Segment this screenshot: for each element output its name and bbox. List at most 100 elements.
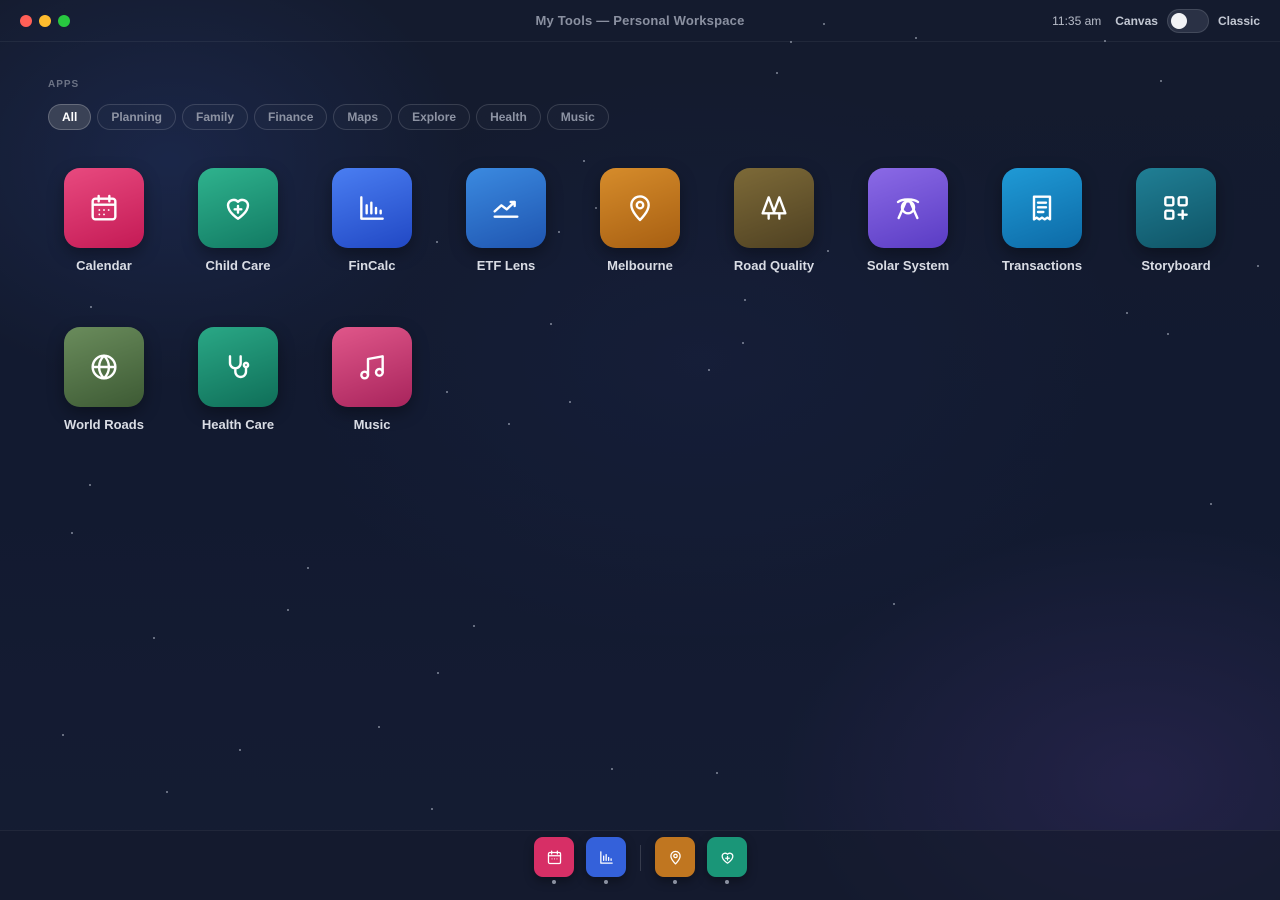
filter-chip-planning[interactable]: Planning xyxy=(97,104,177,130)
filter-chip-family[interactable]: Family xyxy=(182,104,249,130)
app-fincalc[interactable]: FinCalc xyxy=(316,168,428,288)
app-icon-tile xyxy=(64,168,144,248)
filter-chip-explore[interactable]: Explore xyxy=(398,104,471,130)
star xyxy=(776,72,778,74)
app-label: FinCalc xyxy=(348,258,396,273)
dock-icon-tile xyxy=(655,837,695,877)
bar-chart-icon xyxy=(360,196,384,220)
dock-icon-tile xyxy=(586,837,626,877)
app-label: ETF Lens xyxy=(476,258,536,273)
app-label: Child Care xyxy=(205,258,271,273)
app-solar-system[interactable]: Solar System xyxy=(852,168,964,288)
filter-chip-finance[interactable]: Finance xyxy=(254,104,328,130)
orbit-icon xyxy=(896,198,920,220)
app-label: Melbourne xyxy=(607,258,673,273)
app-icon-tile xyxy=(198,168,278,248)
star xyxy=(287,609,289,611)
app-health-care[interactable]: Health Care xyxy=(182,327,294,447)
app-label: Solar System xyxy=(866,258,950,273)
app-label: Transactions xyxy=(1001,258,1083,273)
star xyxy=(893,603,895,605)
stethoscope-icon xyxy=(228,355,250,379)
star xyxy=(89,484,91,486)
heart-plus-icon xyxy=(721,852,733,864)
mode-label-classic[interactable]: Classic xyxy=(1218,14,1260,28)
toggle-knob xyxy=(1170,13,1187,29)
dock xyxy=(0,830,1280,900)
app-label: Storyboard xyxy=(1141,258,1211,273)
app-etf-lens[interactable]: ETF Lens xyxy=(450,168,562,288)
app-music[interactable]: Music xyxy=(316,327,428,447)
star xyxy=(1257,265,1259,267)
star xyxy=(569,401,571,403)
star xyxy=(90,306,92,308)
section-label: APPS xyxy=(48,79,80,90)
dock-item-fincalc[interactable] xyxy=(586,837,626,889)
trees-icon xyxy=(761,196,787,220)
clock: 11:35 am xyxy=(1052,14,1102,28)
star xyxy=(446,391,448,393)
filter-chip-maps[interactable]: Maps xyxy=(333,104,393,130)
status-area: 11:35 am Canvas Classic xyxy=(1052,9,1260,33)
mode-label-canvas[interactable]: Canvas xyxy=(1115,14,1158,28)
map-pin-icon xyxy=(669,850,681,865)
star xyxy=(239,749,241,751)
app-world-roads[interactable]: World Roads xyxy=(48,327,160,447)
star xyxy=(1160,80,1162,82)
globe-icon xyxy=(91,354,117,380)
app-label: Health Care xyxy=(201,417,275,432)
app-label: Calendar xyxy=(76,258,132,273)
star xyxy=(1167,333,1169,335)
starfield-background xyxy=(0,0,1280,900)
app-icon-tile xyxy=(332,168,412,248)
trend-line-icon xyxy=(493,200,519,218)
star xyxy=(508,423,510,425)
title-bar: My Tools — Personal Workspace 11:35 am C… xyxy=(0,0,1280,42)
bar-chart-icon xyxy=(599,850,613,864)
star xyxy=(550,323,552,325)
receipt-icon xyxy=(1032,195,1052,221)
dock-item-melbourne[interactable] xyxy=(655,837,695,889)
star xyxy=(716,772,718,774)
running-indicator xyxy=(725,880,729,884)
star xyxy=(62,734,64,736)
music-note-icon xyxy=(360,355,384,380)
app-label: Music xyxy=(353,417,391,432)
app-storyboard[interactable]: Storyboard xyxy=(1120,168,1232,288)
app-road-quality[interactable]: Road Quality xyxy=(718,168,830,288)
running-indicator xyxy=(673,880,677,884)
app-child-care[interactable]: Child Care xyxy=(182,168,294,288)
star xyxy=(1210,503,1212,505)
star xyxy=(436,241,438,243)
app-icon-tile xyxy=(64,327,144,407)
dock-item-child-care[interactable] xyxy=(707,837,747,889)
app-icon-tile xyxy=(600,168,680,248)
dock-icon-tile xyxy=(534,837,574,877)
star xyxy=(153,637,155,639)
filter-chip-health[interactable]: Health xyxy=(476,104,541,130)
app-label: Road Quality xyxy=(733,258,815,273)
app-icon-tile xyxy=(734,168,814,248)
map-pin-icon xyxy=(630,195,650,222)
star xyxy=(744,299,746,301)
filter-chip-all[interactable]: All xyxy=(48,104,92,130)
calendar-icon xyxy=(91,194,117,221)
app-calendar[interactable]: Calendar xyxy=(48,168,160,288)
star xyxy=(473,625,475,627)
star xyxy=(742,342,744,344)
app-transactions[interactable]: Transactions xyxy=(986,168,1098,288)
star xyxy=(431,808,433,810)
app-icon-tile xyxy=(198,327,278,407)
dock-item-calendar[interactable] xyxy=(534,837,574,889)
star xyxy=(708,369,710,371)
star xyxy=(166,791,168,793)
view-mode-toggle[interactable] xyxy=(1166,9,1209,33)
star xyxy=(583,160,585,162)
app-label: World Roads xyxy=(64,417,144,432)
app-melbourne[interactable]: Melbourne xyxy=(584,168,696,288)
app-icon-tile xyxy=(1002,168,1082,248)
filter-chip-music[interactable]: Music xyxy=(546,104,609,130)
app-icon-tile xyxy=(332,327,412,407)
running-indicator xyxy=(604,880,608,884)
heart-plus-icon xyxy=(226,198,250,220)
